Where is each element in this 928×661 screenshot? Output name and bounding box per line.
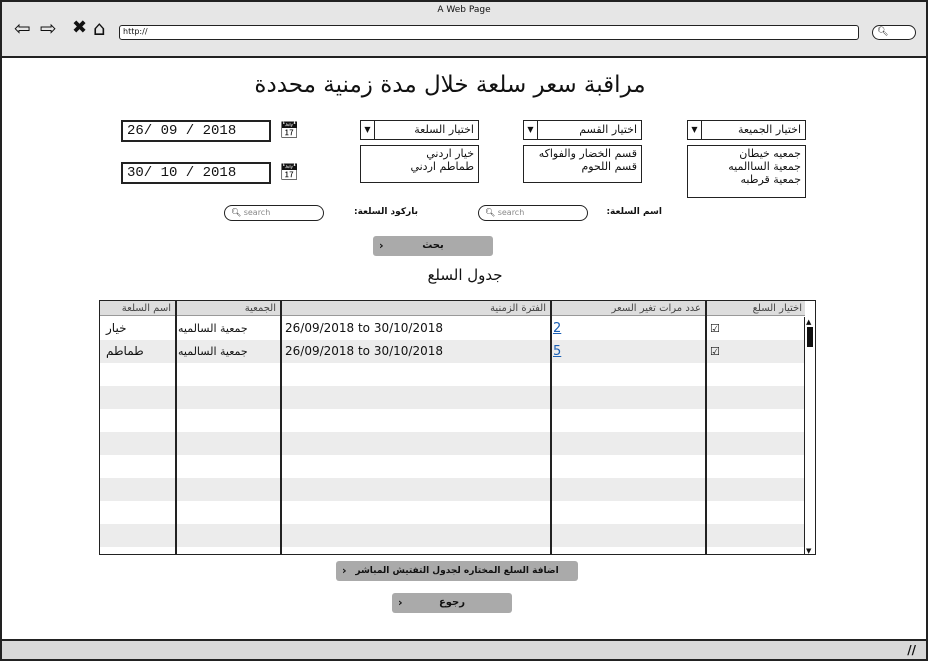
store-options-list[interactable]: جمعيه خيطان جمعية الساالميه جمعية قرطبه xyxy=(687,145,806,198)
change-count-link[interactable]: 2 xyxy=(553,317,561,340)
page-title: مراقبة سعر سلعة خلال مدة زمنية محددة xyxy=(254,72,646,98)
table-row[interactable]: طماطم جمعية السالميه 26/09/2018 to 30/10… xyxy=(100,340,805,363)
barcode-label: باركود السلعة: xyxy=(353,207,418,217)
search-icon: 🔍︎ xyxy=(485,208,496,217)
date-from-field[interactable]: 26/ 09 / 2018 xyxy=(121,120,271,142)
item-name-label: اسم السلعة: xyxy=(606,207,662,217)
home-icon[interactable]: ⌂ xyxy=(93,18,106,38)
item-select[interactable]: ▼ اختيار السلعة xyxy=(360,120,479,140)
chevron-down-icon: ▼ xyxy=(361,121,375,139)
store-select[interactable]: ▼ اختيار الجميعة xyxy=(687,120,806,140)
table-row[interactable]: خيار جمعية السالميه 26/09/2018 to 30/10/… xyxy=(100,317,805,340)
forward-arrow-icon[interactable]: ⇨ xyxy=(40,18,57,38)
back-button[interactable]: ‹ رجوع xyxy=(392,593,512,613)
item-name-search-input[interactable]: 🔍︎ search xyxy=(478,205,588,221)
section-options-list[interactable]: قسم الخضار والفواكه قسم اللحوم xyxy=(523,145,642,183)
cell-period: 26/09/2018 to 30/10/2018 xyxy=(285,344,444,358)
chevron-down-icon: ▼ xyxy=(688,121,702,139)
cell-store: جمعية السالميه xyxy=(178,345,248,358)
table-title: جدول السلع xyxy=(427,266,503,284)
table-row xyxy=(100,455,805,478)
calendar-icon[interactable]: 📅︎ xyxy=(279,162,299,181)
search-button[interactable]: ‹ بحث xyxy=(373,236,493,256)
table-row xyxy=(100,363,805,386)
table-row xyxy=(100,501,805,524)
header-select: اختيار السلع xyxy=(752,303,802,314)
store-select-label: اختيار الجميعة xyxy=(737,123,801,136)
header-period: الفترة الزمنية xyxy=(490,303,546,314)
list-item[interactable]: قسم الخضار والفواكه xyxy=(528,147,637,160)
table-scrollbar[interactable]: ▲ ▼ xyxy=(804,317,815,554)
scroll-thumb[interactable] xyxy=(807,327,813,347)
section-select-label: اختيار القسم xyxy=(579,123,637,136)
date-to-field[interactable]: 30/ 10 / 2018 xyxy=(121,162,271,184)
table-row xyxy=(100,386,805,409)
window-title: A Web Page xyxy=(437,5,491,15)
resize-handle-icon[interactable]: // xyxy=(907,643,916,657)
change-count-link[interactable]: 5 xyxy=(553,340,561,363)
scroll-down-icon[interactable]: ▼ xyxy=(806,547,814,554)
cell-name: خيار xyxy=(106,321,127,335)
row-checkbox[interactable]: ☑ xyxy=(710,317,720,340)
chevron-icon: ‹ xyxy=(342,564,347,577)
list-item[interactable]: خيار اردني xyxy=(365,147,474,160)
list-item[interactable]: طماطم اردني xyxy=(365,160,474,173)
barcode-search-input[interactable]: 🔍︎ search xyxy=(224,205,324,221)
search-button-label: بحث xyxy=(422,240,444,251)
cell-store: جمعية السالميه xyxy=(178,322,248,335)
table-row xyxy=(100,432,805,455)
calendar-icon[interactable]: 📅︎ xyxy=(279,120,299,139)
close-icon[interactable]: ✖ xyxy=(72,18,87,38)
item-select-label: اختيار السلعة xyxy=(414,123,474,136)
item-options-list[interactable]: خيار اردني طماطم اردني xyxy=(360,145,479,183)
row-checkbox[interactable]: ☑ xyxy=(710,340,720,363)
status-bar: // xyxy=(0,639,928,661)
add-to-inspection-button[interactable]: ‹ اضافة السلع المختاره لجدول التفتيش الم… xyxy=(336,561,578,581)
chevron-icon: ‹ xyxy=(398,596,403,609)
chevron-icon: ‹ xyxy=(379,239,384,252)
items-table: اختيار السلع عدد مرات تغير السعر الفترة … xyxy=(99,300,816,555)
table-row xyxy=(100,478,805,501)
list-item[interactable]: جمعية الساالميه xyxy=(692,160,801,173)
header-name: اسم السلعة xyxy=(121,303,171,314)
item-name-search-placeholder: search xyxy=(497,208,525,217)
chevron-down-icon: ▼ xyxy=(524,121,538,139)
back-arrow-icon[interactable]: ⇦ xyxy=(14,18,31,38)
barcode-search-placeholder: search xyxy=(243,208,271,217)
table-row xyxy=(100,409,805,432)
list-item[interactable]: قسم اللحوم xyxy=(528,160,637,173)
column-divider xyxy=(280,301,282,554)
add-button-label: اضافة السلع المختاره لجدول التفتيش المبا… xyxy=(355,566,559,576)
back-button-label: رجوع xyxy=(438,597,466,608)
list-item[interactable]: جمعيه خيطان xyxy=(692,147,801,160)
header-changes: عدد مرات تغير السعر xyxy=(611,303,701,314)
scroll-up-icon[interactable]: ▲ xyxy=(806,318,814,326)
cell-name: طماطم xyxy=(106,344,144,358)
section-select[interactable]: ▼ اختيار القسم xyxy=(523,120,642,140)
column-divider xyxy=(550,301,552,554)
cell-period: 26/09/2018 to 30/10/2018 xyxy=(285,321,444,335)
table-row xyxy=(100,524,805,547)
column-divider xyxy=(705,301,707,554)
search-icon: 🔍︎ xyxy=(877,27,889,37)
url-bar[interactable]: http:// xyxy=(119,25,859,40)
header-store: الجمعية xyxy=(244,303,276,314)
list-item[interactable]: جمعية قرطبه xyxy=(692,173,801,186)
browser-search-field[interactable]: 🔍︎ xyxy=(872,25,916,40)
column-divider xyxy=(175,301,177,554)
search-icon: 🔍︎ xyxy=(231,208,242,217)
